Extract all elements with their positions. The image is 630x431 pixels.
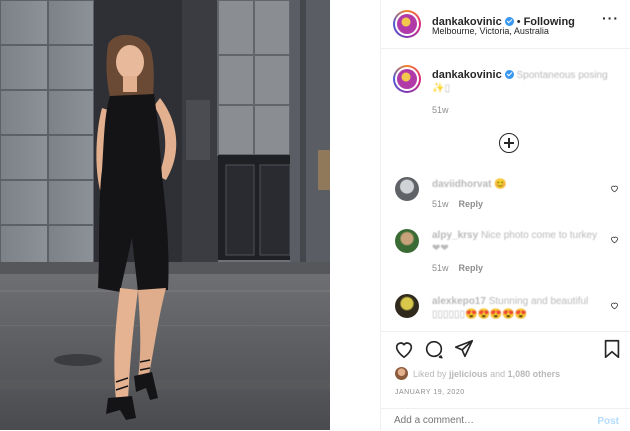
liked-by-and: and [490, 369, 506, 379]
liked-by-avatar[interactable] [395, 367, 408, 380]
post-photo[interactable] [0, 0, 330, 430]
load-more-comments-icon[interactable] [499, 133, 519, 153]
comment-item: daviidhorvat 😊 51w Reply [432, 178, 602, 209]
comment-text-line: alexkepo17 Stunning and beautiful ▯▯▯▯▯▯… [432, 295, 602, 321]
post-date[interactable]: JANUARY 19, 2020 [395, 389, 465, 396]
instagram-post: dankakovinic • Following Melbourne, Victor… [0, 0, 630, 430]
caption-text: Spontaneous posing [516, 70, 608, 81]
caption-text-line: dankakovinic Spontaneous posing [432, 69, 622, 82]
action-bar: Liked by jjelicious and 1,080 others JAN… [381, 331, 630, 430]
comment-text-line: alpy_krsy Nice photo come to turkey❤❤ [432, 229, 602, 255]
caption-avatar[interactable] [393, 65, 421, 93]
liked-by-user[interactable]: jjelicious [449, 369, 488, 379]
caption-username[interactable]: dankakovinic [432, 69, 502, 81]
verified-badge-icon [504, 17, 514, 26]
reply-button[interactable]: Reply [459, 199, 484, 209]
photo-illustration [0, 0, 330, 430]
caption-emoji: ✨▯ [432, 83, 450, 94]
comment-avatar[interactable] [395, 294, 419, 318]
add-comment-input[interactable] [394, 415, 574, 426]
comment-meta: 51w Reply [432, 199, 602, 209]
comment-item: alexkepo17 Stunning and beautiful ▯▯▯▯▯▯… [432, 295, 602, 321]
comment-time: 51w [432, 263, 449, 273]
caption-time: 51w [432, 105, 449, 115]
add-comment-bar: Post [381, 408, 630, 431]
more-options-icon[interactable]: ··· [602, 10, 619, 26]
author-avatar[interactable] [393, 10, 421, 38]
comment-like-heart-icon[interactable] [610, 301, 619, 310]
liked-by-text[interactable]: Liked by jjelicious and 1,080 others [413, 369, 560, 379]
comment-meta: 51w Reply [432, 263, 602, 273]
caption-block: dankakovinic Spontaneous posing ✨▯ 51w [432, 69, 622, 115]
comment-text-line: daviidhorvat 😊 [432, 178, 602, 191]
post-side-panel: dankakovinic • Following Melbourne, Victor… [380, 0, 630, 430]
comment-username[interactable]: alpy_krsy [432, 230, 478, 241]
location-link[interactable]: Melbourne, Victoria, Australia [432, 26, 549, 36]
comment-username[interactable]: alexkepo17 [432, 296, 486, 307]
comment-icon[interactable] [423, 338, 445, 360]
post-header: dankakovinic • Following Melbourne, Victor… [381, 0, 630, 49]
comment-time: 51w [432, 199, 449, 209]
comment-like-heart-icon[interactable] [610, 184, 619, 193]
comment-avatar[interactable] [395, 177, 419, 201]
liked-by-prefix: Liked by [413, 369, 447, 379]
post-comment-button[interactable]: Post [597, 416, 619, 427]
comments-section[interactable]: dankakovinic Spontaneous posing ✨▯ 51w d… [381, 49, 630, 331]
bookmark-icon[interactable] [601, 338, 623, 360]
heart-icon[interactable] [393, 338, 415, 360]
comment-avatar[interactable] [395, 229, 419, 253]
comment-like-heart-icon[interactable] [610, 235, 619, 244]
comment-username[interactable]: daviidhorvat [432, 179, 491, 190]
comment-text: 😊 [494, 179, 507, 190]
verified-badge-icon [504, 70, 514, 79]
comment-item: alpy_krsy Nice photo come to turkey❤❤ 51… [432, 229, 602, 273]
liked-by-count[interactable]: 1,080 others [508, 369, 561, 379]
share-icon[interactable] [453, 338, 475, 360]
reply-button[interactable]: Reply [459, 263, 484, 273]
